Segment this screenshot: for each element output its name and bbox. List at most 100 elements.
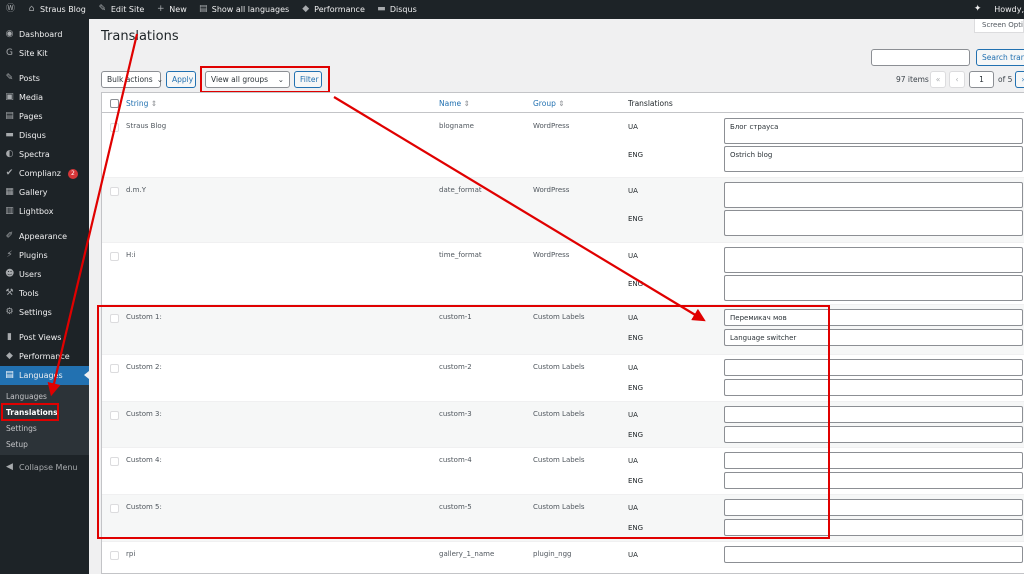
- ai-sparkle-button[interactable]: ✦: [967, 0, 988, 19]
- sidebar-item-pages[interactable]: ▤ Pages: [0, 107, 89, 126]
- translation-eng-field[interactable]: [724, 379, 1023, 396]
- table-row: Custom 5: custom-5 Custom Labels UA ENG: [102, 495, 1024, 542]
- row-checkbox[interactable]: [110, 252, 119, 261]
- row-checkbox[interactable]: [110, 314, 119, 323]
- row-checkbox[interactable]: [110, 123, 119, 132]
- translation-eng-field[interactable]: [724, 519, 1023, 536]
- performance-link[interactable]: ◆ Performance: [295, 0, 371, 19]
- search-input[interactable]: [871, 49, 970, 66]
- name-cell: custom-4: [439, 456, 472, 464]
- lang-eng-label: ENG: [628, 431, 644, 439]
- submenu-setup[interactable]: Setup: [0, 436, 89, 452]
- column-name-sort[interactable]: Name ⇕: [439, 99, 470, 108]
- sidebar-item-posts[interactable]: ✎ Posts: [0, 69, 89, 88]
- sidebar-item-disqus[interactable]: ▬ Disqus: [0, 126, 89, 145]
- translation-eng-field[interactable]: [724, 426, 1023, 443]
- lightbox-icon: ▥: [5, 206, 14, 216]
- sidebar-item-complianz[interactable]: ✔ Complianz 2: [0, 164, 89, 183]
- first-page-button[interactable]: «: [930, 71, 946, 88]
- performance-label: Performance: [314, 5, 365, 14]
- search-translations-button[interactable]: Search translations: [976, 49, 1024, 66]
- sidebar-item-lightbox[interactable]: ▥ Lightbox: [0, 202, 89, 221]
- submenu-settings[interactable]: Settings: [0, 420, 89, 436]
- filter-button[interactable]: Filter: [294, 71, 322, 88]
- bulk-actions-select[interactable]: Bulk actions ⌄: [101, 71, 163, 88]
- row-checkbox[interactable]: [110, 364, 119, 373]
- current-page-value: 1: [979, 75, 984, 84]
- first-page-label: «: [935, 75, 941, 84]
- new-content-link[interactable]: + New: [150, 0, 192, 19]
- translation-ua-field[interactable]: [724, 359, 1023, 376]
- sidebar-item-dashboard[interactable]: ◉ Dashboard: [0, 25, 89, 44]
- name-cell: custom-3: [439, 410, 472, 418]
- show-all-languages-link[interactable]: ▤ Show all languages: [193, 0, 295, 19]
- comment-icon: ▬: [377, 4, 386, 14]
- howdy-account-link[interactable]: Howdy,: [988, 0, 1024, 19]
- row-checkbox[interactable]: [110, 411, 119, 420]
- translation-eng-field[interactable]: Language switcher: [724, 329, 1023, 346]
- translation-eng-field[interactable]: Ostrich blog: [724, 146, 1023, 172]
- table-row: Custom 4: custom-4 Custom Labels UA ENG: [102, 448, 1024, 495]
- sidebar-item-media[interactable]: ▣ Media: [0, 88, 89, 107]
- select-all-checkbox[interactable]: [110, 99, 119, 108]
- sidebar-item-performance[interactable]: ◆ Performance: [0, 347, 89, 366]
- translation-ua-field[interactable]: [724, 452, 1023, 469]
- sidebar-item-plugins[interactable]: ⚡ Plugins: [0, 246, 89, 265]
- translation-eng-field[interactable]: [724, 472, 1023, 489]
- collapse-menu-button[interactable]: ◀ Collapse Menu: [0, 458, 89, 477]
- screen-options-button[interactable]: Screen Options: [974, 19, 1024, 33]
- translation-eng-field[interactable]: [724, 275, 1023, 301]
- row-checkbox[interactable]: [110, 187, 119, 196]
- lang-ua-label: UA: [628, 364, 638, 372]
- next-page-button[interactable]: ›: [1015, 71, 1024, 88]
- string-cell: H:i: [126, 251, 136, 259]
- translation-eng-field[interactable]: [724, 210, 1023, 236]
- wordpress-logo[interactable]: Ⓦ: [0, 0, 21, 19]
- sidebar-item-post-views[interactable]: ▮ Post Views: [0, 328, 89, 347]
- disqus-link[interactable]: ▬ Disqus: [371, 0, 423, 19]
- sidebar-item-settings[interactable]: ⚙ Settings: [0, 303, 89, 322]
- string-cell: Custom 3:: [126, 410, 162, 418]
- apply-button[interactable]: Apply: [166, 71, 196, 88]
- translation-ua-field[interactable]: [724, 182, 1023, 208]
- sidebar-item-label: Users: [19, 270, 42, 279]
- group-cell: Custom Labels: [533, 363, 585, 371]
- sidebar-item-tools[interactable]: ⚒ Tools: [0, 284, 89, 303]
- lang-eng-label: ENG: [628, 334, 644, 342]
- page-title: Translations: [101, 29, 179, 44]
- prev-page-button[interactable]: ‹: [949, 71, 965, 88]
- home-icon: ⌂: [28, 4, 35, 14]
- total-pages-label: of 5: [998, 75, 1013, 84]
- row-checkbox[interactable]: [110, 504, 119, 513]
- groups-select[interactable]: View all groups ⌄: [205, 71, 290, 88]
- column-string-sort[interactable]: String ⇕: [126, 99, 157, 108]
- translation-ua-field[interactable]: Перемикач мов: [724, 309, 1023, 326]
- translation-ua-field[interactable]: [724, 406, 1023, 423]
- translation-ua-field[interactable]: Блог страуса: [724, 118, 1023, 144]
- column-name-label: Name: [439, 99, 462, 108]
- lang-ua-label: UA: [628, 252, 638, 260]
- sidebar-item-users[interactable]: ☻ Users: [0, 265, 89, 284]
- group-cell: WordPress: [533, 186, 570, 194]
- edit-site-link[interactable]: ✎ Edit Site: [92, 0, 150, 19]
- sort-icon: ⇕: [463, 99, 470, 108]
- translation-ua-field[interactable]: [724, 247, 1023, 273]
- column-group-sort[interactable]: Group ⇕: [533, 99, 565, 108]
- translation-ua-field[interactable]: [724, 546, 1023, 563]
- sidebar-item-spectra[interactable]: ◐ Spectra: [0, 145, 89, 164]
- show-all-languages-label: Show all languages: [211, 5, 290, 14]
- row-checkbox[interactable]: [110, 551, 119, 560]
- submenu-languages[interactable]: Languages: [0, 388, 89, 404]
- current-page-input[interactable]: 1: [969, 71, 994, 88]
- sidebar-item-site-kit[interactable]: G Site Kit: [0, 44, 89, 63]
- lang-eng-label: ENG: [628, 524, 644, 532]
- translation-ua-field[interactable]: [724, 499, 1023, 516]
- sidebar-item-languages[interactable]: ▤ Languages: [0, 366, 89, 385]
- group-cell: Custom Labels: [533, 456, 585, 464]
- sidebar-item-appearance[interactable]: ✐ Appearance: [0, 227, 89, 246]
- submenu-translations[interactable]: Translations: [0, 404, 89, 420]
- row-checkbox[interactable]: [110, 457, 119, 466]
- sidebar-item-gallery[interactable]: ▦ Gallery: [0, 183, 89, 202]
- site-name-link[interactable]: ⌂ Straus Blog: [21, 0, 92, 19]
- plugin-icon: ⚡: [6, 250, 13, 260]
